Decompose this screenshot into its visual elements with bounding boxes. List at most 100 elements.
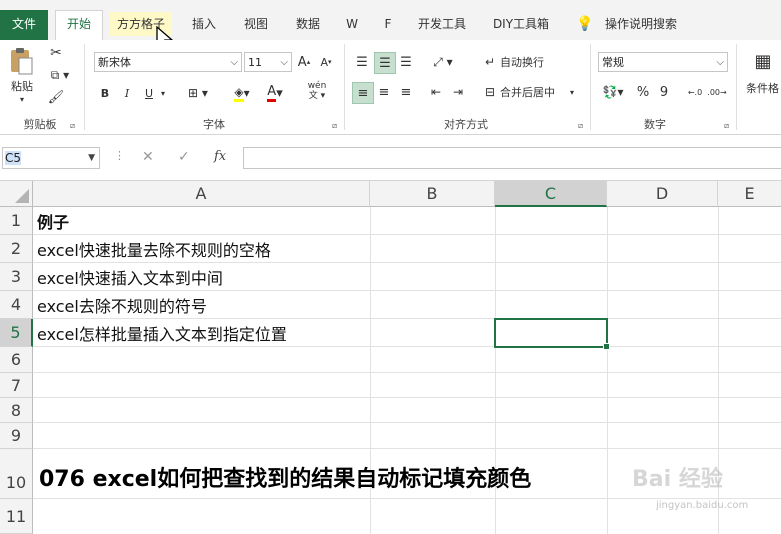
percent-button[interactable]: % [634, 82, 652, 102]
column-header-c[interactable]: C [495, 181, 607, 207]
select-all-corner[interactable] [0, 181, 33, 207]
fill-color-icon[interactable]: ◈ ▾ [226, 84, 258, 102]
align-left-icon[interactable]: ≡ [352, 82, 374, 104]
watermark: Bai 经验 [632, 467, 723, 492]
cell-a1[interactable]: 例子 [37, 207, 69, 235]
conditional-format-icon[interactable]: ▦ [748, 46, 778, 76]
tab-f[interactable]: F [376, 12, 400, 36]
tab-file[interactable]: 文件 [0, 10, 48, 40]
underline-dropdown-icon[interactable]: ▾ [158, 84, 168, 102]
bold-button[interactable]: B [96, 84, 114, 102]
row-header-8[interactable]: 8 [0, 398, 33, 423]
gridline [33, 422, 781, 423]
alignment-group-label: 对齐方式 [444, 118, 488, 131]
row-header-10[interactable]: 10 [0, 449, 33, 499]
tab-insert[interactable]: 插入 [182, 12, 226, 36]
tab-view[interactable]: 视图 [236, 12, 276, 36]
merge-icon[interactable]: ⊟ [482, 82, 498, 102]
copy-icon[interactable]: ⧉ ▾ [46, 66, 74, 84]
font-group-label: 字体 [203, 118, 225, 131]
gridline [33, 397, 781, 398]
grip-icon: ⋮ [114, 149, 125, 162]
name-box-value: C5 [5, 151, 22, 165]
italic-button[interactable]: I [118, 84, 136, 102]
row-header-7[interactable]: 7 [0, 373, 33, 398]
cell-a5[interactable]: excel怎样批量插入文本到指定位置 [37, 319, 287, 347]
merge-center-button[interactable]: 合并后居中 [500, 82, 566, 102]
wrap-text-button[interactable]: 自动换行 [500, 52, 556, 72]
shrink-font-button[interactable]: A ▾ [318, 52, 334, 72]
align-center-icon[interactable]: ≡ [374, 82, 394, 102]
tell-me-search[interactable]: 操作说明搜索 [600, 12, 682, 36]
row-header-11[interactable]: 11 [0, 499, 33, 534]
row-header-5[interactable]: 5 [0, 319, 33, 347]
orientation-icon[interactable]: ⤢ ▾ [428, 52, 458, 72]
align-top-icon[interactable]: ☰ [352, 52, 372, 72]
align-right-icon[interactable]: ≡ [396, 82, 416, 102]
tab-data[interactable]: 数据 [286, 12, 330, 36]
separator [590, 44, 591, 130]
conditional-format-button[interactable]: 条件格 [746, 80, 781, 96]
paste-dropdown-icon[interactable]: ▾ [4, 94, 40, 104]
increase-decimal-icon[interactable]: ←.0 [686, 82, 704, 102]
phonetic-label: wén [307, 81, 327, 91]
phonetic-icon[interactable]: wén 文 ▾ [302, 80, 332, 102]
increase-indent-icon[interactable]: ⇥ [448, 82, 468, 102]
column-header-a[interactable]: A [33, 181, 370, 207]
cell-a3[interactable]: excel快速插入文本到中间 [37, 263, 223, 291]
font-launcher-icon[interactable]: ⧄ [332, 122, 340, 130]
number-launcher-icon[interactable]: ⧄ [724, 122, 732, 130]
paste-button[interactable]: 粘贴 [4, 78, 40, 94]
cancel-icon[interactable]: ✕ [142, 149, 154, 165]
decrease-decimal-icon[interactable]: .00→ [707, 82, 726, 102]
tab-developer[interactable]: 开发工具 [410, 12, 474, 36]
tab-w[interactable]: W [340, 12, 364, 36]
gridline [607, 207, 608, 534]
chevron-down-icon[interactable]: ▼ [88, 148, 95, 168]
decrease-indent-icon[interactable]: ⇤ [426, 82, 446, 102]
worksheet-grid: A B C D E 1 2 3 4 5 6 7 8 9 10 11 例子 exc… [0, 181, 781, 534]
font-color-icon[interactable]: A ▾ [260, 84, 290, 102]
column-header-b[interactable]: B [370, 181, 495, 207]
alignment-launcher-icon[interactable]: ⧄ [578, 122, 586, 130]
lightbulb-icon: 💡 [576, 16, 594, 32]
tab-home[interactable]: 开始 [55, 10, 103, 40]
row-header-9[interactable]: 9 [0, 423, 33, 449]
number-format-combo[interactable]: 常规 ⌵ [598, 52, 728, 72]
align-middle-icon[interactable]: ☰ [374, 52, 396, 74]
number-group-label: 数字 [644, 118, 666, 131]
number-format-value: 常规 [602, 56, 624, 69]
column-header-d[interactable]: D [607, 181, 718, 207]
currency-icon[interactable]: 💱▾ [598, 82, 628, 102]
format-painter-icon[interactable]: 🖌 [46, 88, 66, 106]
clipboard-launcher-icon[interactable]: ⧄ [70, 122, 78, 130]
grow-font-button[interactable]: A ▴ [296, 52, 312, 72]
row-header-4[interactable]: 4 [0, 291, 33, 319]
paste-icon[interactable] [6, 46, 36, 76]
border-icon[interactable]: ⊞ ▾ [184, 84, 212, 102]
comma-style-button[interactable]: 9 [656, 82, 672, 102]
active-cell-c5[interactable] [494, 318, 610, 350]
ribbon-tab-bar: 文件 开始 方方格子 插入 视图 数据 W F 开发工具 DIY工具箱 💡 操作… [0, 0, 781, 51]
cell-a2[interactable]: excel快速批量去除不规则的空格 [37, 235, 271, 263]
cut-icon[interactable]: ✂ [46, 44, 66, 62]
insert-function-icon[interactable]: fx [214, 149, 226, 164]
fill-handle[interactable] [603, 343, 610, 350]
enter-icon[interactable]: ✓ [178, 149, 190, 165]
name-box[interactable]: C5 ▼ [2, 147, 100, 169]
font-name-combo[interactable]: 新宋体 ⌵ [94, 52, 242, 72]
align-bottom-icon[interactable]: ☰ [396, 52, 416, 72]
row-header-3[interactable]: 3 [0, 263, 33, 291]
underline-button[interactable]: U [140, 84, 158, 102]
cell-a4[interactable]: excel去除不规则的符号 [37, 291, 207, 319]
font-size-combo[interactable]: 11 ⌵ [244, 52, 292, 72]
row-header-2[interactable]: 2 [0, 235, 33, 263]
row-header-6[interactable]: 6 [0, 347, 33, 373]
tab-diy[interactable]: DIY工具箱 [486, 12, 556, 36]
formula-input[interactable] [243, 147, 781, 169]
separator [84, 44, 85, 130]
row-header-1[interactable]: 1 [0, 207, 33, 235]
merge-dropdown-icon[interactable]: ▾ [566, 82, 578, 102]
wrap-text-icon[interactable]: ↵ [482, 52, 498, 72]
column-header-e[interactable]: E [718, 181, 781, 207]
